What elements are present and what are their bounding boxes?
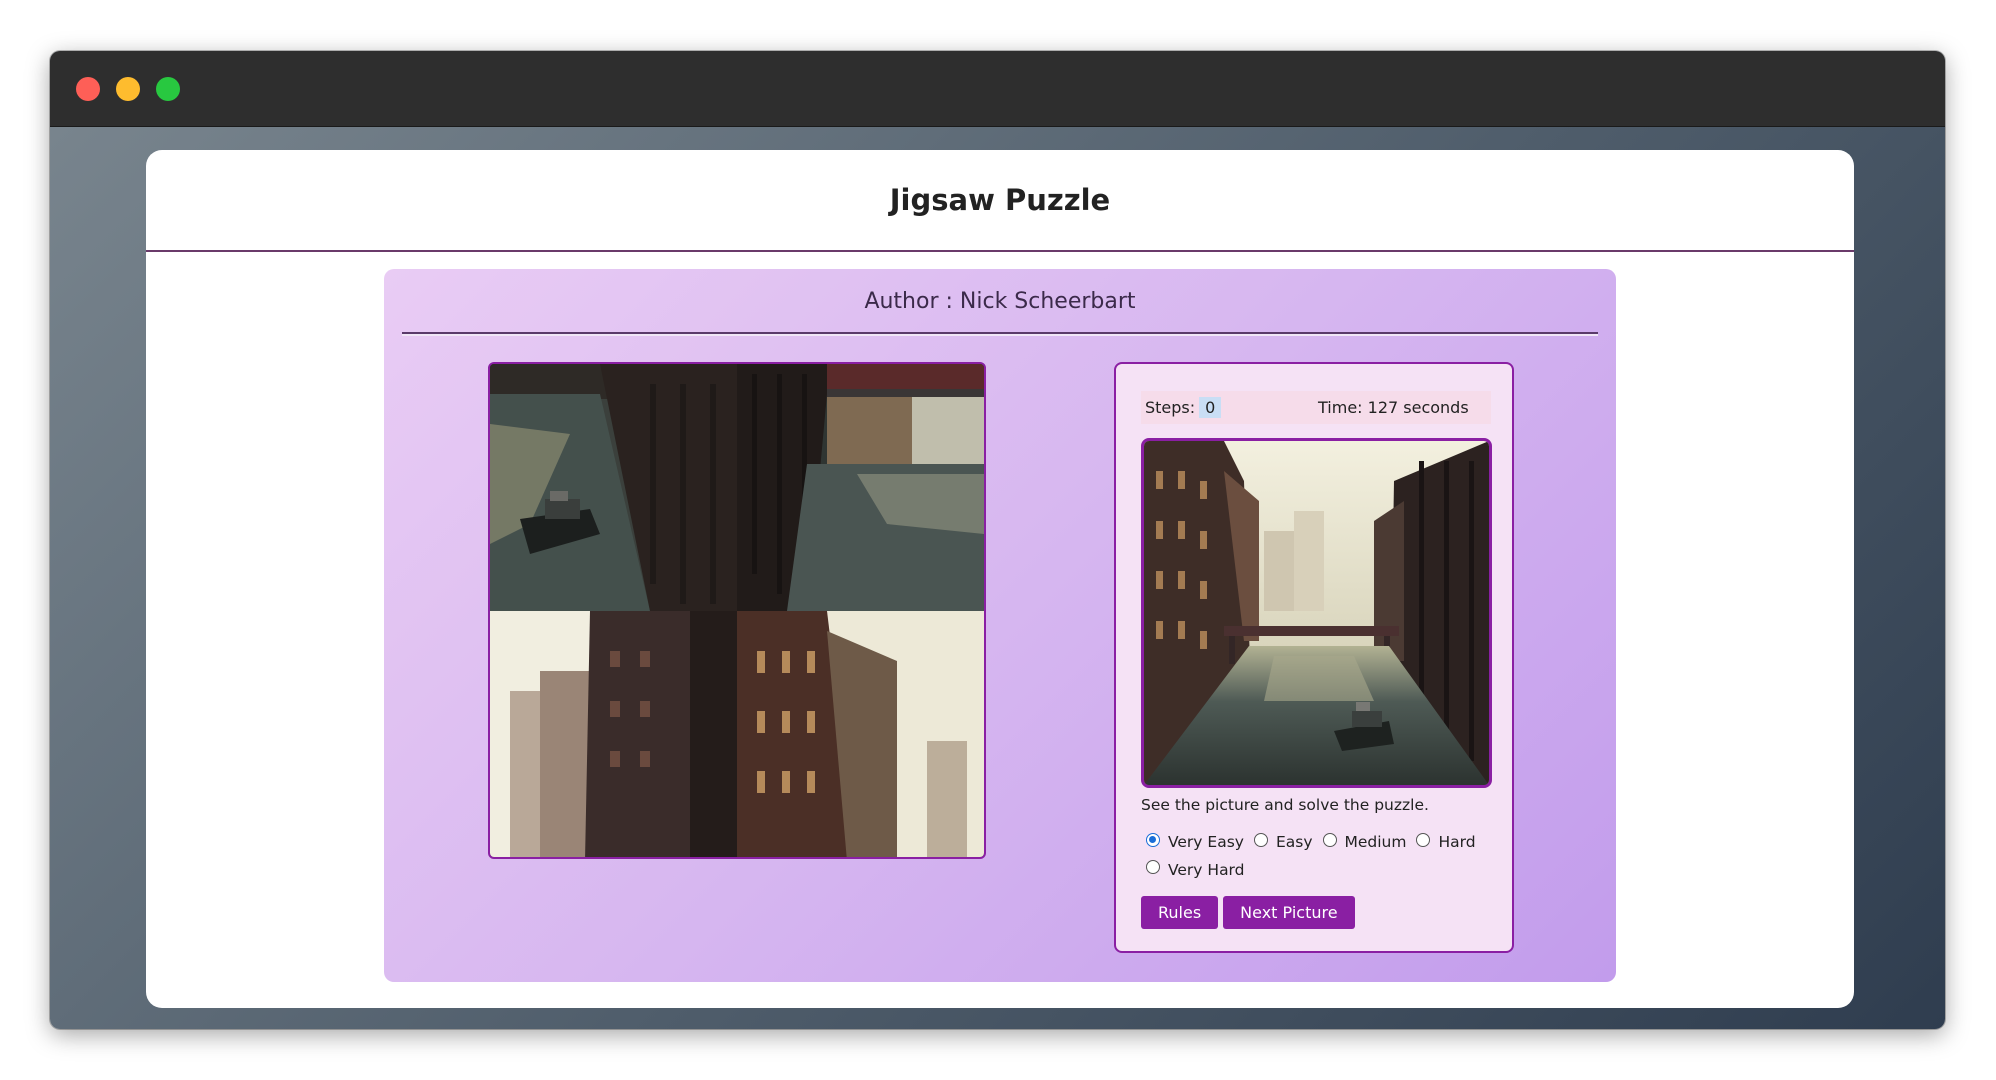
author-credit: Author : Nick Scheerbart <box>402 289 1598 334</box>
action-buttons: Rules Next Picture <box>1141 896 1355 929</box>
radio-icon[interactable] <box>1416 832 1431 847</box>
hint-text: See the picture and solve the puzzle. <box>1141 796 1429 814</box>
level-very-hard[interactable]: Very Hard <box>1146 858 1245 883</box>
radio-icon[interactable] <box>1322 832 1337 847</box>
puzzle-board <box>488 362 986 859</box>
level-label: Easy <box>1275 833 1313 851</box>
puzzle-tile[interactable] <box>737 611 984 857</box>
timer-text: Time: 127 seconds <box>1318 398 1469 417</box>
radio-icon[interactable] <box>1253 832 1268 847</box>
app-header: Jigsaw Puzzle <box>146 150 1854 252</box>
steps-counter: 0 <box>1199 397 1222 418</box>
level-label: Very Hard <box>1168 860 1245 879</box>
minimize-window-icon[interactable] <box>116 77 140 101</box>
next-picture-button[interactable]: Next Picture <box>1223 896 1355 929</box>
radio-icon[interactable] <box>1146 832 1160 847</box>
close-window-icon[interactable] <box>76 77 100 101</box>
puzzle-tile[interactable] <box>490 364 737 611</box>
app-container: Jigsaw Puzzle Author : Nick Scheerbart S… <box>146 150 1854 1008</box>
puzzle-tile[interactable] <box>490 611 737 857</box>
window-titlebar <box>50 51 1945 127</box>
level-label: Hard <box>1438 833 1476 851</box>
maximize-window-icon[interactable] <box>156 77 180 101</box>
browser-window: Jigsaw Puzzle Author : Nick Scheerbart S… <box>50 51 1945 1029</box>
steps-label: Steps: <box>1145 398 1196 417</box>
puzzle-panel: Author : Nick Scheerbart Steps: 0 Time: … <box>384 269 1616 982</box>
difficulty-options: Very Easy Easy Medium Hard Very Hard <box>1146 830 1506 885</box>
level-label: Medium <box>1344 833 1407 851</box>
puzzle-tile[interactable] <box>737 364 984 611</box>
rules-button[interactable]: Rules <box>1141 896 1219 929</box>
radio-icon[interactable] <box>1146 860 1160 874</box>
level-label: Very Easy <box>1168 833 1244 851</box>
level-medium[interactable]: Medium <box>1322 830 1407 855</box>
control-panel: Steps: 0 Time: 127 seconds See the pictu… <box>1114 362 1514 953</box>
level-very-easy[interactable]: Very Easy <box>1146 830 1244 855</box>
page-title: Jigsaw Puzzle <box>889 183 1111 217</box>
stats-bar: Steps: 0 Time: 127 seconds <box>1141 391 1491 424</box>
level-hard[interactable]: Hard <box>1416 830 1476 855</box>
reference-image <box>1141 438 1492 788</box>
level-easy[interactable]: Easy <box>1253 830 1313 855</box>
